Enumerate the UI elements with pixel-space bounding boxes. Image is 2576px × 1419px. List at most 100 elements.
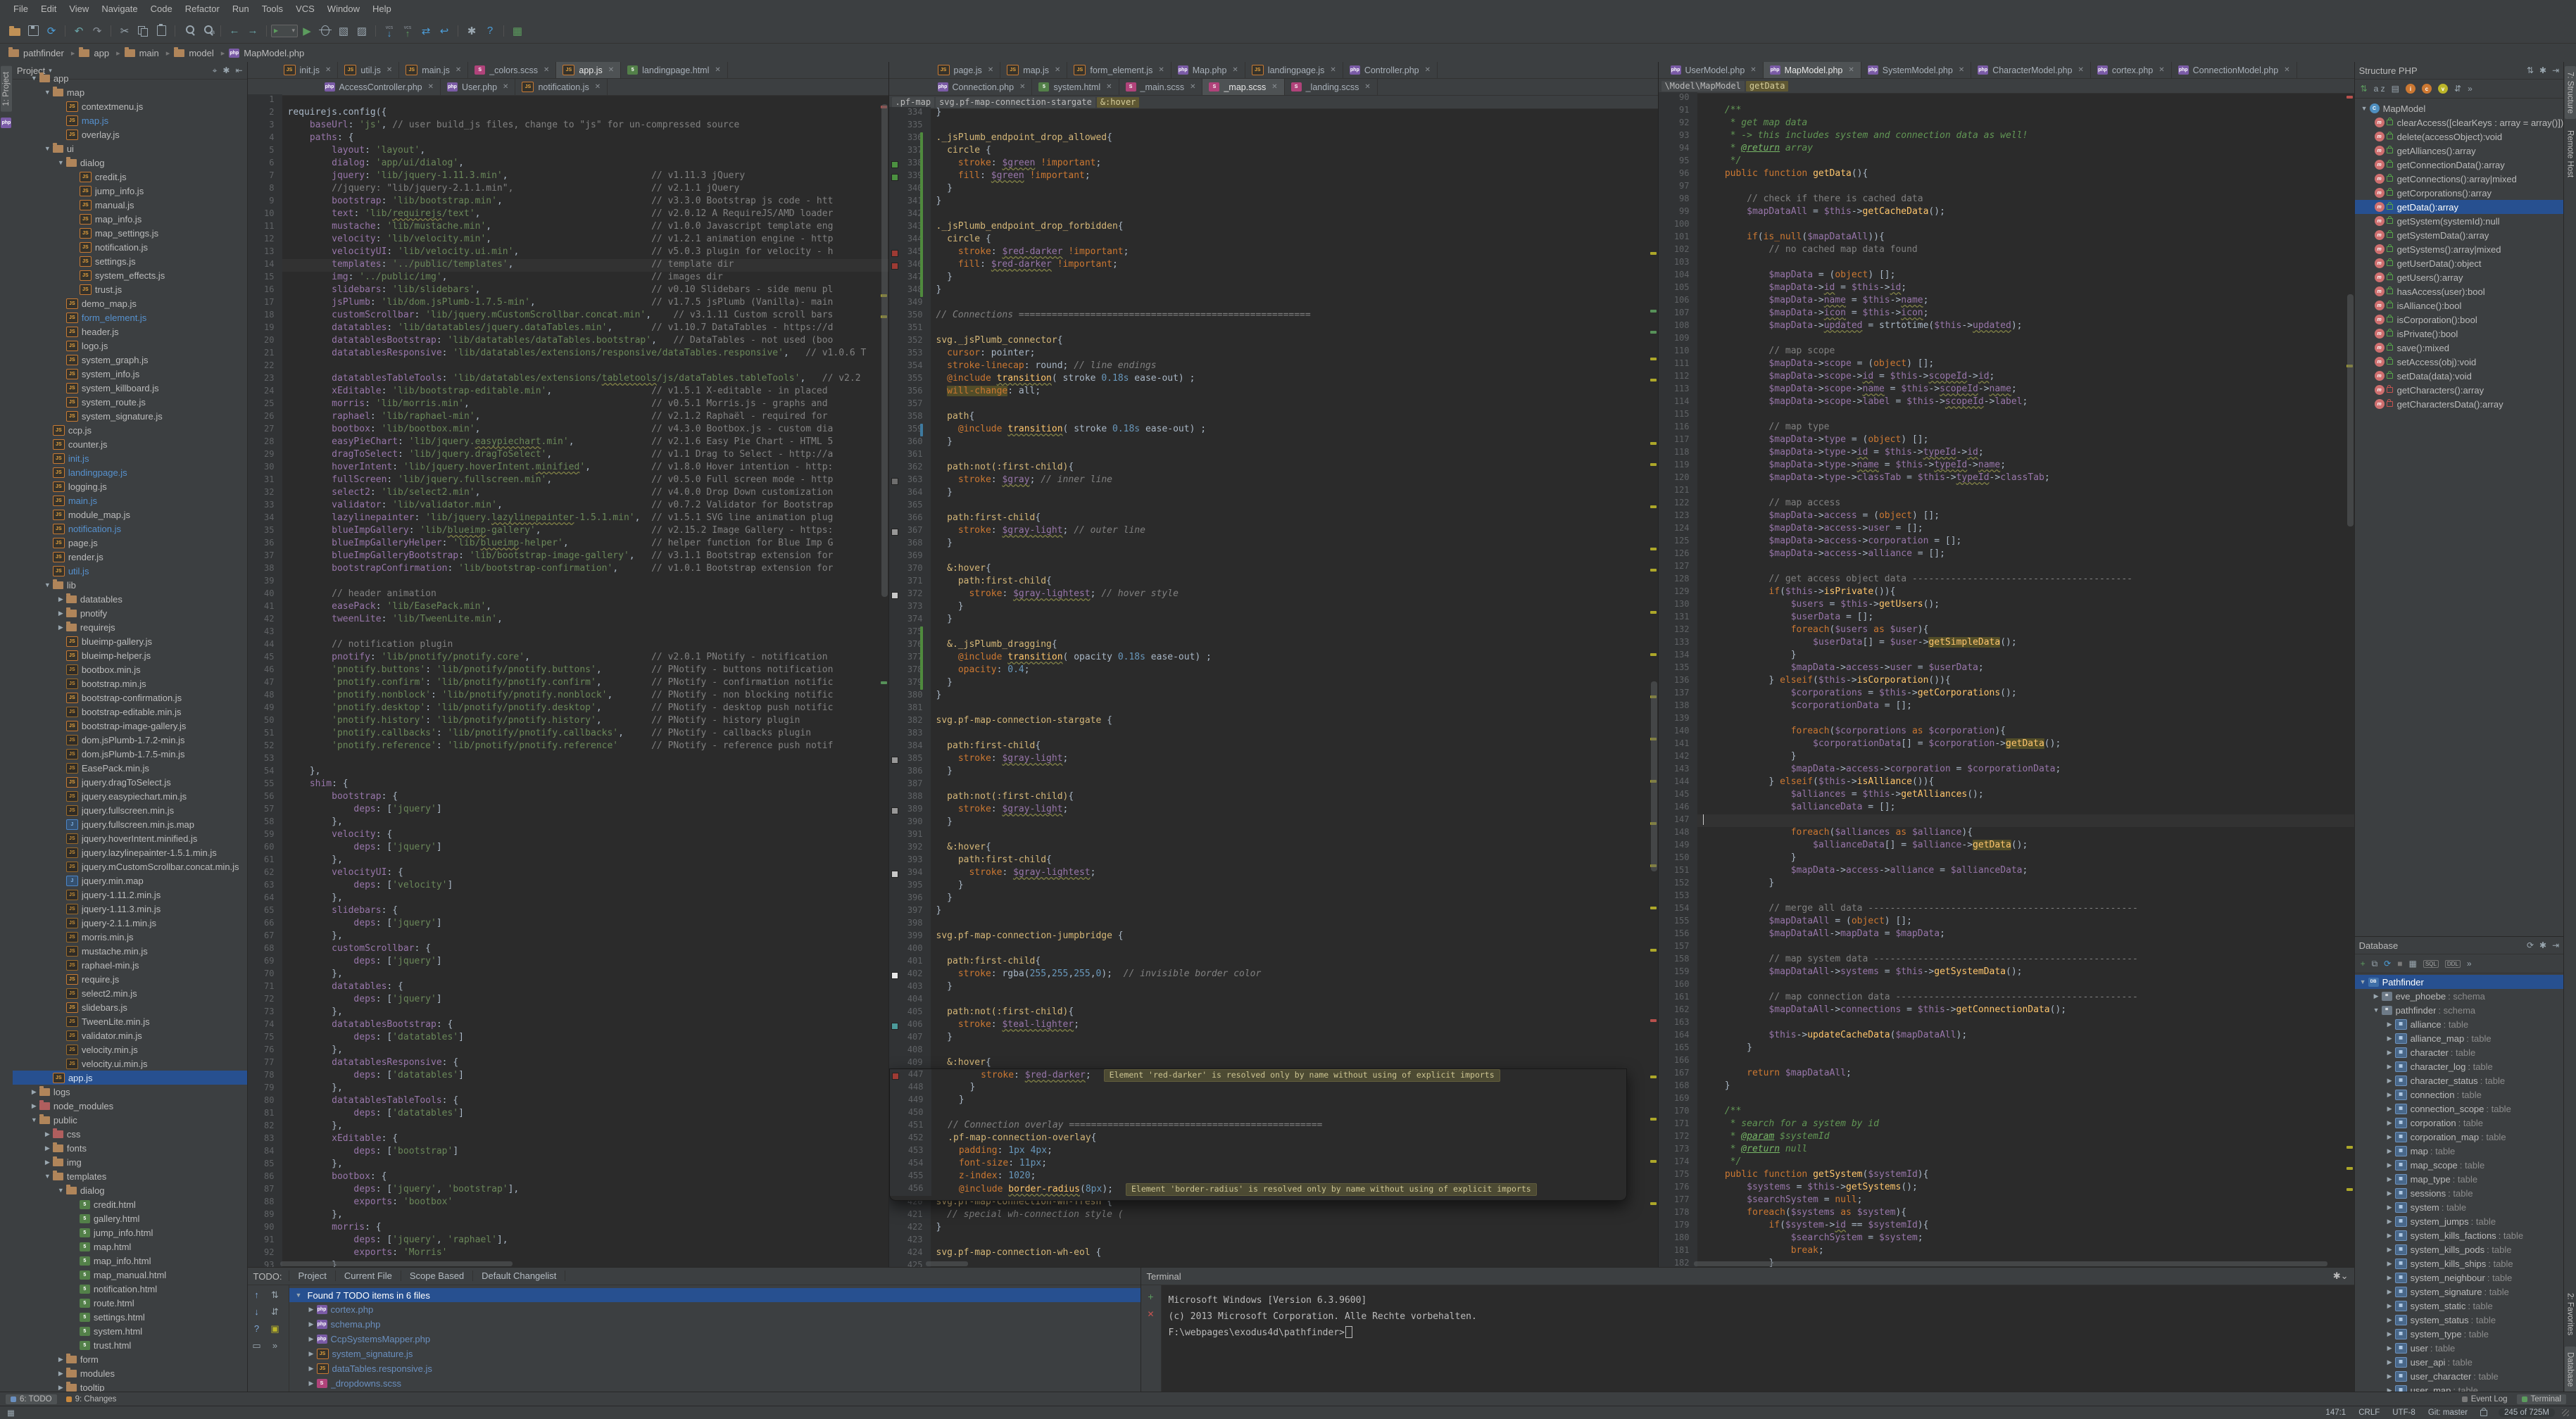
sync-db-icon[interactable]: ⟳ [2384, 959, 2391, 969]
project-tree-row[interactable]: JSsystem_effects.js [13, 268, 247, 282]
project-tree-row[interactable]: 5settings.html [13, 1310, 247, 1324]
project-tree-row[interactable]: JSjquery-1.11.2.min.js [13, 888, 247, 902]
breadcrumb-chip[interactable]: &:hover [1097, 97, 1140, 108]
database-tree-row[interactable]: ▶▦corporation_map: table [2355, 1130, 2564, 1144]
save-all-icon[interactable] [24, 23, 42, 39]
project-tree-row[interactable]: JSmustache.min.js [13, 944, 247, 958]
status-caret-position[interactable]: 147:1 [2325, 1408, 2346, 1417]
project-tree-row[interactable]: ▶img [13, 1155, 247, 1169]
structure-method-row[interactable]: msetData(data):void [2355, 369, 2564, 383]
project-tree-row[interactable]: ▶requirejs [13, 620, 247, 634]
structure-method-row[interactable]: mgetSystems():array|mixed [2355, 242, 2564, 256]
database-tree-row[interactable]: ▼⌗pathfinder: schema [2355, 1003, 2564, 1017]
project-tree-row[interactable]: JSlogging.js [13, 479, 247, 493]
expand-all-icon[interactable]: ⇅ [271, 1289, 279, 1301]
project-tree-row[interactable]: 5trust.html [13, 1338, 247, 1352]
collapsed-arrow-icon[interactable]: ▶ [42, 1130, 53, 1138]
expanded-arrow-icon[interactable]: ▼ [29, 1116, 39, 1123]
collapsed-arrow-icon[interactable]: ▶ [306, 1365, 317, 1373]
close-tab-icon[interactable]: ✕ [1271, 83, 1277, 91]
project-tree-row[interactable]: ▶tooltip [13, 1380, 247, 1392]
undo-icon[interactable]: ↶ [70, 23, 88, 39]
more-icon[interactable]: » [2468, 84, 2473, 94]
project-tree-row[interactable]: JSnotification.js [13, 522, 247, 536]
back-icon[interactable]: ← [225, 23, 244, 39]
menu-item-window[interactable]: Window [321, 0, 366, 18]
settings-icon[interactable]: ✱ [463, 23, 481, 39]
close-tab-icon[interactable]: ✕ [608, 66, 614, 74]
project-tree-row[interactable]: ▶datatables [13, 592, 247, 606]
project-tree-row[interactable]: JSsystem_graph.js [13, 353, 247, 367]
plugins-icon[interactable]: ▦ [508, 23, 527, 39]
show-inherited-icon[interactable]: i [2406, 84, 2415, 94]
project-tree-row[interactable]: ▶modules [13, 1366, 247, 1380]
project-tree-row[interactable]: JSjquery.mCustomScrollbar.concat.min.js [13, 859, 247, 874]
project-tree-row[interactable]: 5route.html [13, 1296, 247, 1310]
project-tree-row[interactable]: JSjquery.dragToSelect.js [13, 775, 247, 789]
project-tree-row[interactable]: ▼templates [13, 1169, 247, 1183]
collapsed-arrow-icon[interactable]: ▶ [2385, 1049, 2395, 1057]
project-tree-row[interactable]: JSheader.js [13, 324, 247, 339]
coverage-icon[interactable]: ▧ [334, 23, 353, 39]
database-tree-row[interactable]: ▶▦system_kills_factions: table [2355, 1228, 2564, 1242]
close-tab-icon[interactable]: ✕ [595, 83, 601, 91]
expand-all-icon[interactable]: ⇅ [2527, 65, 2534, 75]
project-tree-row[interactable]: ▶node_modules [13, 1099, 247, 1113]
help-icon[interactable]: ? [481, 23, 499, 39]
structure-class-row[interactable]: ▼CMapModel [2355, 101, 2564, 115]
todo-file-row[interactable]: ▶phpcortex.php [289, 1302, 1141, 1317]
toolwindow-button-7-structure[interactable]: 7: Structure [2565, 66, 2576, 119]
project-tree-row[interactable]: JSbootstrap.min.js [13, 676, 247, 690]
toolwindow-button-database[interactable]: Database [2565, 1347, 2576, 1392]
project-tree-row[interactable]: JSvalidator.min.js [13, 1028, 247, 1042]
menu-item-vcs[interactable]: VCS [289, 0, 321, 18]
project-tree-row[interactable]: JSbootstrap-image-gallery.js [13, 719, 247, 733]
close-tab-icon[interactable]: ✕ [1055, 66, 1060, 74]
project-tree-row[interactable]: JSsettings.js [13, 254, 247, 268]
collapsed-arrow-icon[interactable]: ▶ [2385, 1175, 2395, 1183]
structure-method-row[interactable]: mgetUsers():array [2355, 270, 2564, 284]
close-tab-icon[interactable]: ✕ [1330, 66, 1336, 74]
structure-method-row[interactable]: mgetCharacters():array [2355, 383, 2564, 397]
database-tree-row[interactable]: ▶▦character_log: table [2355, 1059, 2564, 1073]
breadcrumb-item-MapModel.php[interactable]: phpMapModel.php [229, 48, 304, 58]
collapsed-arrow-icon[interactable]: ▶ [306, 1320, 317, 1328]
structure-method-row[interactable]: mgetCharactersData():array [2355, 397, 2564, 411]
collapsed-arrow-icon[interactable]: ▶ [56, 624, 66, 631]
editor-tab-app.js[interactable]: JSapp.js✕ [556, 62, 621, 78]
editor-tab-init.js[interactable]: JSinit.js✕ [277, 62, 339, 78]
project-tree-row[interactable]: JSmorris.min.js [13, 930, 247, 944]
close-tab-icon[interactable]: ✕ [1158, 66, 1164, 74]
project-tree-row[interactable]: JStrust.js [13, 282, 247, 296]
project-tree-row[interactable]: JSjquery.lazylinepainter-1.5.1.min.js [13, 845, 247, 859]
terminal-output[interactable]: Microsoft Windows [Version 6.3.9600](c) … [1162, 1285, 2354, 1392]
project-tree-row[interactable]: JSnotification.js [13, 240, 247, 254]
collapsed-arrow-icon[interactable]: ▶ [2385, 1344, 2395, 1352]
menu-item-refactor[interactable]: Refactor [179, 0, 226, 18]
structure-method-row[interactable]: mgetCorporations():array [2355, 186, 2564, 200]
collapsed-arrow-icon[interactable]: ▶ [56, 1370, 66, 1377]
collapsed-arrow-icon[interactable]: ▶ [2385, 1288, 2395, 1296]
menu-item-help[interactable]: Help [366, 0, 398, 18]
sort-alpha-icon[interactable]: ⇅ [2361, 84, 2368, 94]
close-tab-icon[interactable]: ✕ [2159, 66, 2164, 74]
toolwindow-button-remote-host[interactable]: Remote Host [2565, 125, 2576, 183]
collapsed-arrow-icon[interactable]: ▶ [2385, 1035, 2395, 1042]
database-tree-row[interactable]: ▶▦map_type: table [2355, 1172, 2564, 1186]
project-tree-row[interactable]: JScounter.js [13, 437, 247, 451]
project-tree-row[interactable]: JSapp.js [13, 1071, 247, 1085]
close-tab-icon[interactable]: ✕ [715, 66, 720, 74]
stop-icon[interactable]: ■ [2397, 959, 2402, 969]
close-tab-icon[interactable]: ✕ [428, 83, 434, 91]
project-tree-row[interactable]: JSsystem_killboard.js [13, 381, 247, 395]
structure-method-row[interactable]: misCorporation():bool [2355, 313, 2564, 327]
project-tree-row[interactable]: ▼app [13, 71, 247, 85]
project-tree-row[interactable]: ▼lib [13, 578, 247, 592]
close-tab-icon[interactable]: ✕ [1425, 66, 1431, 74]
breadcrumb-item-app[interactable]: app [79, 48, 109, 58]
project-tree-row[interactable]: JSmap.js [13, 113, 247, 127]
editor-tab-CharacterModel.php[interactable]: phpCharacterModel.php✕ [1971, 62, 2091, 78]
collapsed-arrow-icon[interactable]: ▶ [2385, 1330, 2395, 1338]
project-tree-row[interactable]: ▶form [13, 1352, 247, 1366]
project-tree-row[interactable]: JSjump_info.js [13, 184, 247, 198]
